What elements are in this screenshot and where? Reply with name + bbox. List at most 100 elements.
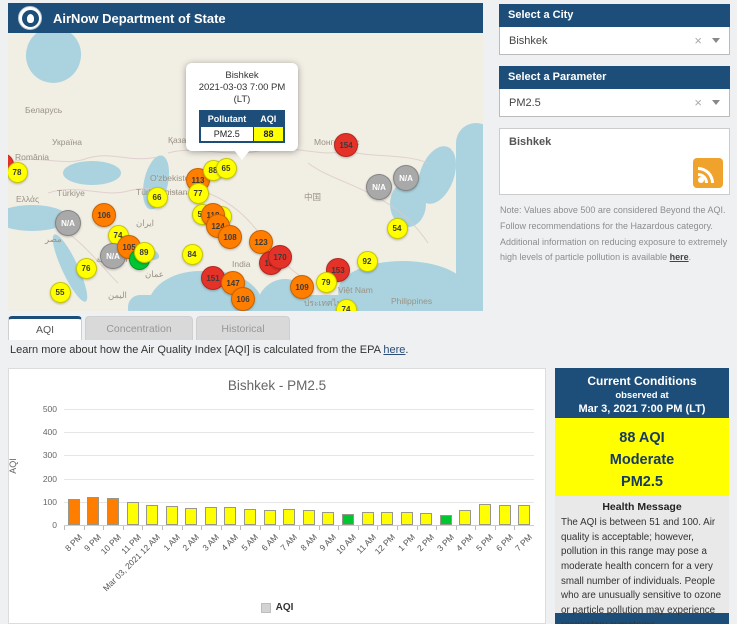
- tab-historical[interactable]: Historical: [196, 316, 290, 340]
- epa-here-link[interactable]: here: [383, 344, 405, 356]
- map-country-label: India: [232, 259, 251, 269]
- health-message-title: Health Message: [602, 501, 682, 513]
- y-axis-label: AQI: [8, 458, 18, 474]
- gridline: [64, 478, 534, 480]
- x-tick-mark: [201, 526, 203, 530]
- x-tick-mark: [514, 526, 516, 530]
- x-tick-mark: [259, 526, 261, 530]
- parameter-dropdown[interactable]: PM2.5 ×: [499, 89, 730, 117]
- x-axis-line: [64, 525, 534, 526]
- x-tick-label: 2 PM: [415, 532, 437, 554]
- chart-bar[interactable]: [185, 508, 198, 525]
- view-tabs: AQI Concentration Historical: [8, 316, 290, 340]
- map-country-label: Türkiye: [57, 188, 85, 198]
- chart-bar[interactable]: [381, 511, 394, 525]
- chart-bar[interactable]: [498, 505, 511, 525]
- city-clear-icon[interactable]: ×: [694, 34, 702, 47]
- aqi-parameter: PM2.5: [621, 473, 663, 490]
- map-marker[interactable]: 79: [315, 271, 337, 293]
- chart-bar[interactable]: [283, 508, 296, 525]
- map-marker[interactable]: 77: [187, 182, 209, 204]
- map-marker[interactable]: 84: [181, 243, 203, 265]
- chart-bar[interactable]: [341, 514, 354, 525]
- chart-bar[interactable]: [87, 496, 100, 525]
- x-tick-label: 6 PM: [493, 532, 515, 554]
- gridline: [64, 432, 534, 434]
- map-marker[interactable]: 106: [231, 287, 255, 311]
- popup-datetime: 2021-03-03 7:00 PM (LT): [198, 81, 286, 105]
- map-popup: Bishkek 2021-03-03 7:00 PM (LT) Pollutan…: [186, 63, 298, 151]
- map-marker[interactable]: 92: [356, 250, 378, 272]
- map-marker[interactable]: 154: [334, 133, 358, 157]
- chart-bar[interactable]: [244, 508, 257, 525]
- chart-bar[interactable]: [439, 515, 452, 525]
- chart-bar[interactable]: [518, 504, 531, 525]
- airnow-page: AirNow Department of State Беларусь Укра…: [0, 0, 737, 624]
- legend-label-aqi: AQI: [275, 602, 294, 613]
- map-marker[interactable]: 66: [146, 186, 168, 208]
- map-marker[interactable]: 65: [215, 157, 237, 179]
- rss-icon[interactable]: [693, 158, 723, 188]
- aqi-category: Moderate: [609, 451, 675, 468]
- health-message-block: Health Message The AQI is between 51 and…: [555, 496, 729, 624]
- map-marker[interactable]: 76: [75, 257, 97, 279]
- map-country-label: مصر: [45, 234, 62, 244]
- chart-bar[interactable]: [420, 512, 433, 525]
- y-tick-label: 100: [42, 496, 57, 507]
- x-tick-label: 3 PM: [434, 532, 456, 554]
- y-tick-label: 300: [42, 450, 57, 461]
- city-chevron-down-icon[interactable]: [712, 38, 720, 43]
- city-dropdown[interactable]: Bishkek ×: [499, 27, 730, 55]
- chart-bar[interactable]: [322, 512, 335, 525]
- map-marker-na[interactable]: N/A: [393, 165, 419, 191]
- chart-bar[interactable]: [400, 512, 413, 525]
- popup-aqi-value: 88: [252, 125, 285, 143]
- note-here-link[interactable]: here: [670, 252, 689, 262]
- map-marker[interactable]: 54: [386, 217, 408, 239]
- chart-bar[interactable]: [204, 506, 217, 525]
- department-of-state-seal-icon: [18, 6, 42, 30]
- chart-bar[interactable]: [106, 497, 119, 525]
- tab-aqi[interactable]: AQI: [8, 316, 82, 340]
- map-marker[interactable]: 170: [268, 245, 292, 269]
- map-marker[interactable]: 78: [8, 161, 28, 183]
- x-tick-mark: [377, 526, 379, 530]
- map-country-label: România: [15, 152, 50, 162]
- aqi-world-map[interactable]: БеларусьУкраїнаRomâniaTürkiyeΕλλάςҚазақс…: [8, 33, 483, 311]
- x-tick-mark: [318, 526, 320, 530]
- chart-bar[interactable]: [67, 499, 80, 525]
- aqi-value-line: 88 AQI: [619, 430, 665, 446]
- chart-bar[interactable]: [146, 504, 159, 525]
- chart-bar[interactable]: [361, 512, 374, 525]
- health-message-text: The AQI is between 51 and 100. Air quali…: [561, 517, 722, 624]
- map-country-label: Việt Nam: [338, 285, 373, 295]
- chart-bar[interactable]: [479, 504, 492, 525]
- map-marker[interactable]: 108: [218, 225, 242, 249]
- x-tick-label: 6 AM: [258, 532, 280, 553]
- chart-bar[interactable]: [263, 509, 276, 525]
- map-marker-na[interactable]: N/A: [366, 174, 392, 200]
- y-tick-label: 500: [42, 404, 57, 414]
- observed-datetime: Mar 3, 2021 7:00 PM (LT): [578, 403, 706, 415]
- chart-bar[interactable]: [126, 502, 139, 525]
- select-parameter-header: Select a Parameter: [499, 66, 730, 89]
- x-tick-label: 8 AM: [298, 532, 319, 553]
- x-tick-mark: [338, 526, 340, 530]
- x-tick-label: 7 PM: [513, 532, 535, 554]
- current-conditions-panel: Current Conditions observed at Mar 3, 20…: [555, 368, 729, 624]
- chart-bar[interactable]: [459, 510, 472, 525]
- x-tick-mark: [436, 526, 438, 530]
- tab-concentration[interactable]: Concentration: [85, 316, 193, 340]
- parameter-clear-icon[interactable]: ×: [694, 96, 702, 109]
- chart-bar[interactable]: [224, 507, 237, 525]
- map-marker[interactable]: 109: [290, 275, 314, 299]
- gridline: [64, 455, 534, 457]
- map-marker-na[interactable]: N/A: [55, 210, 81, 236]
- chart-bar[interactable]: [302, 510, 315, 525]
- map-marker[interactable]: 106: [92, 203, 116, 227]
- map-marker[interactable]: 89: [133, 241, 155, 263]
- map-marker[interactable]: 55: [49, 281, 71, 303]
- map-country-label: Україна: [52, 137, 82, 147]
- parameter-chevron-down-icon[interactable]: [712, 100, 720, 105]
- chart-bar[interactable]: [165, 506, 178, 525]
